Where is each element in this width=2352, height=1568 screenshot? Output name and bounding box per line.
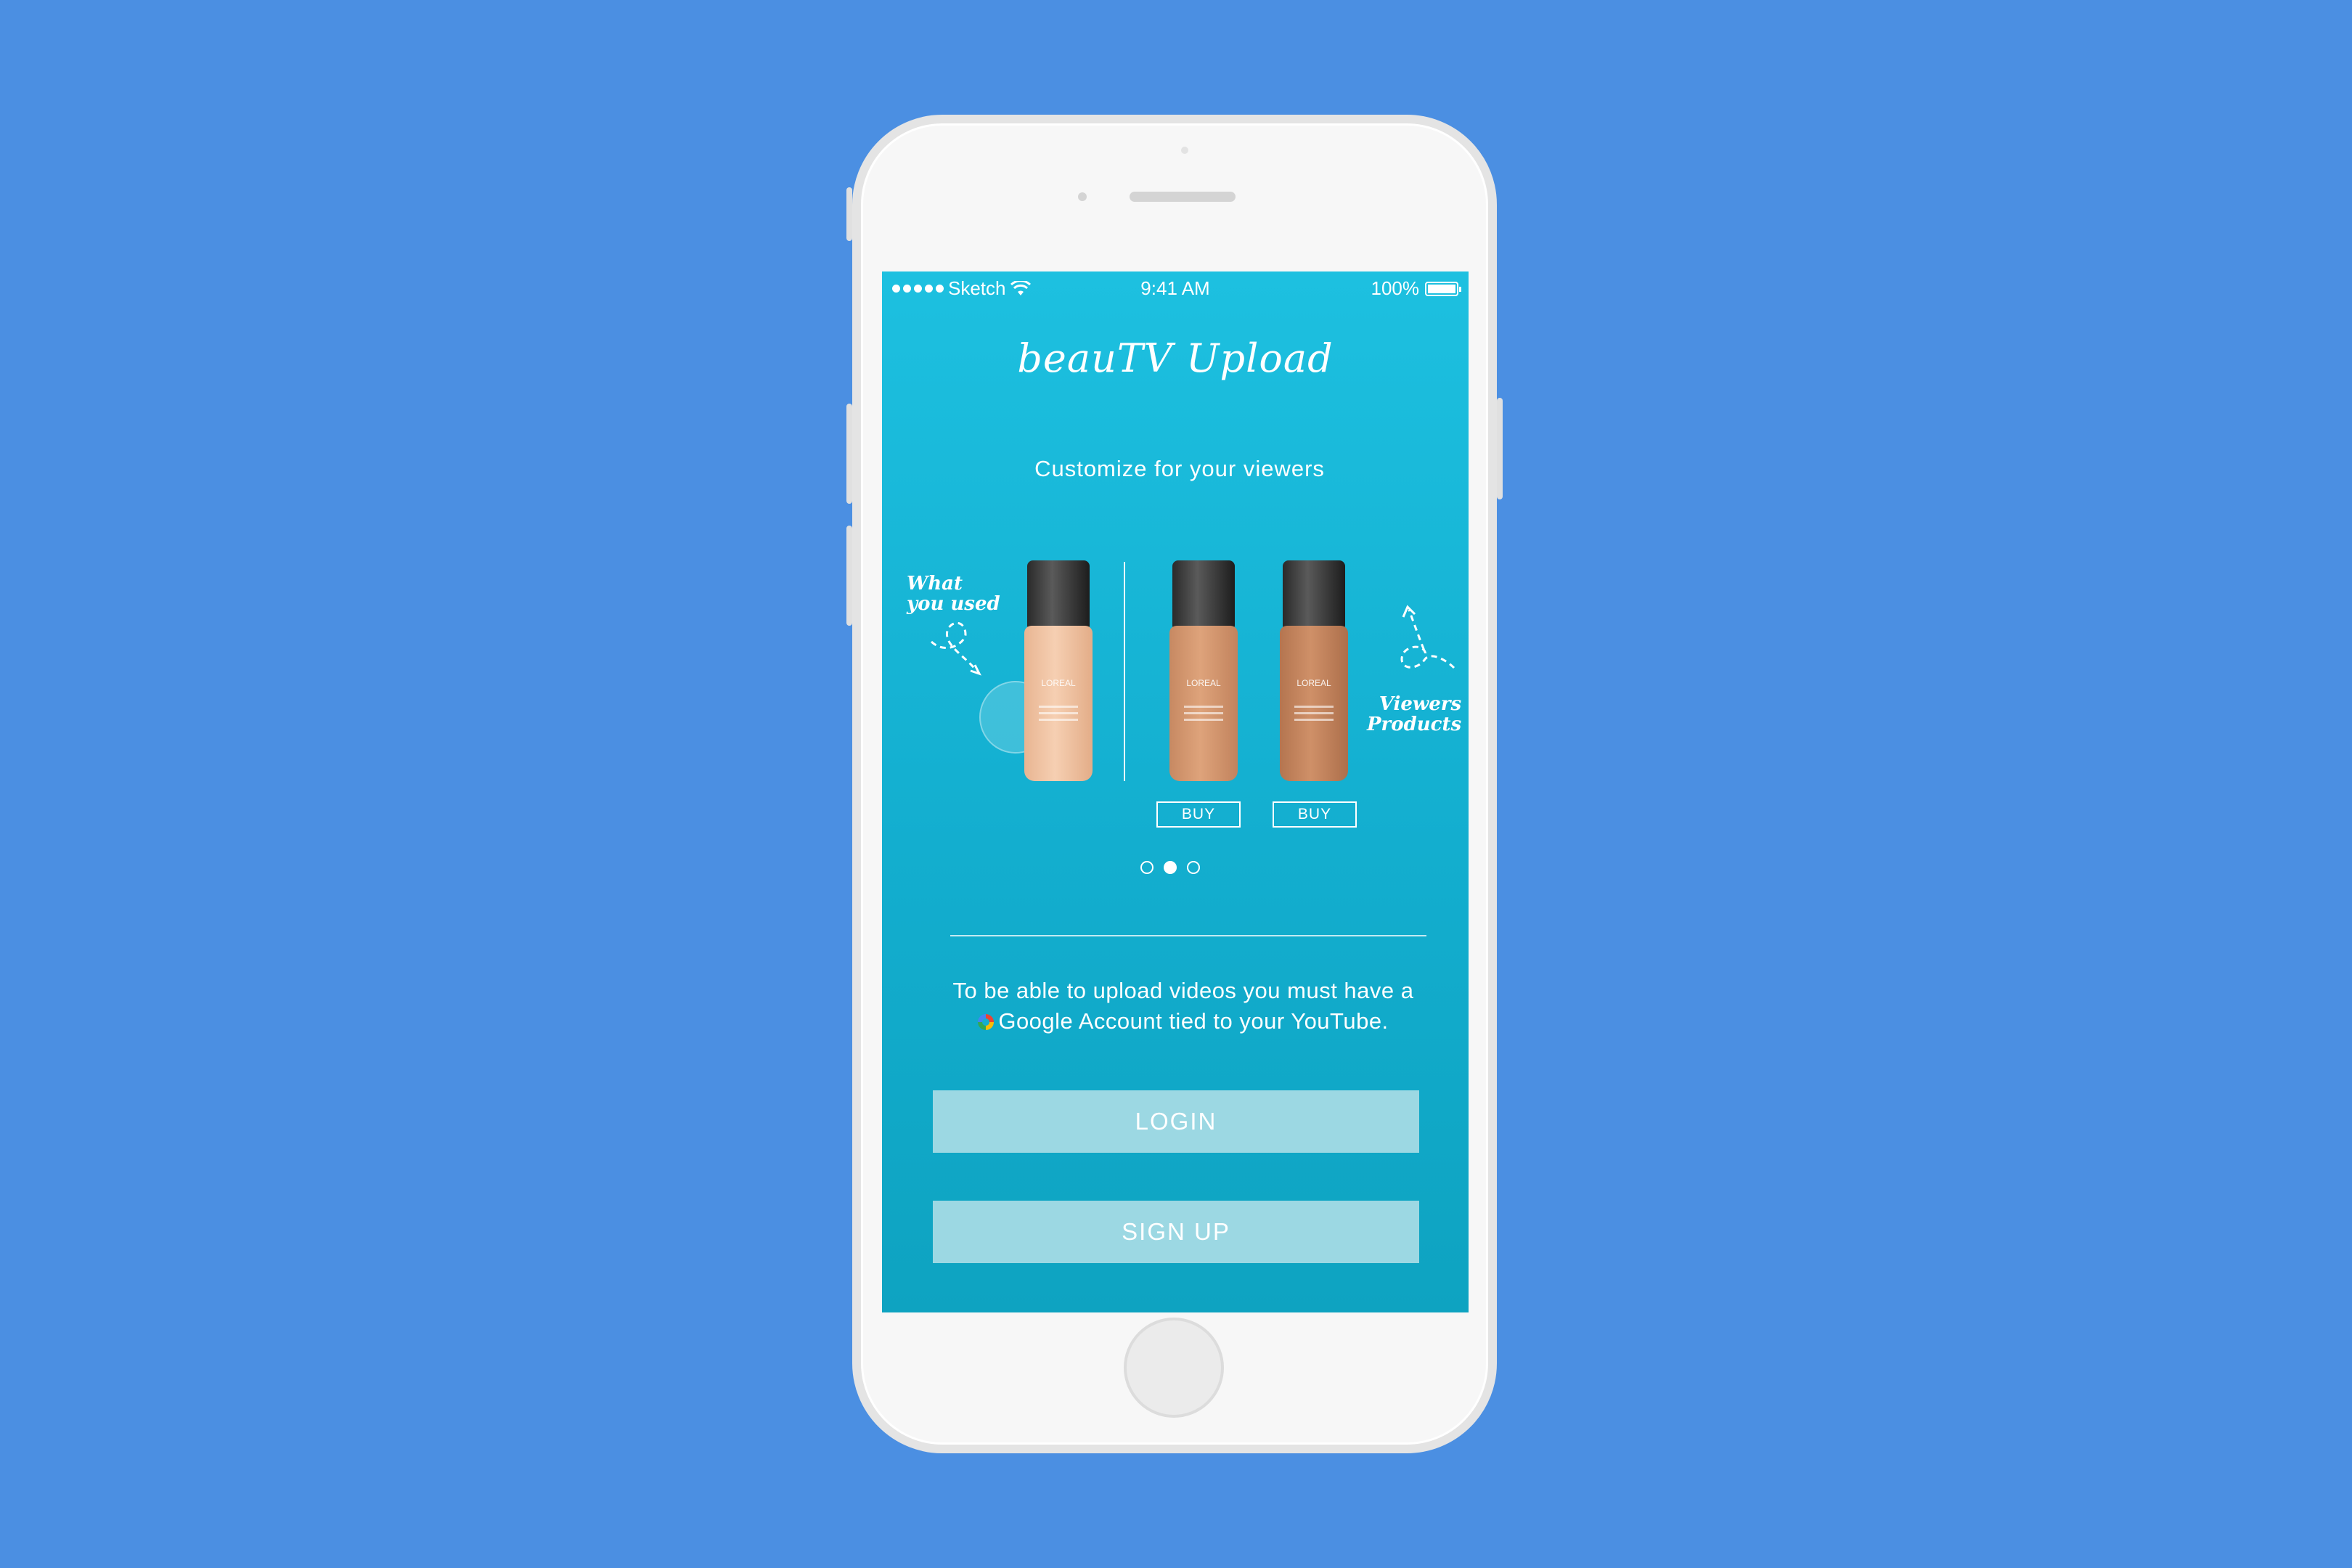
signup-button[interactable]: SIGN UP: [933, 1201, 1419, 1263]
page-dot-1[interactable]: [1140, 861, 1153, 874]
app-screen: Sketch 9:41 AM 100% beauTV Upload Custom…: [882, 271, 1469, 1312]
bottle-text-lines: [1184, 706, 1223, 725]
bottle-cap: [1172, 560, 1235, 629]
bottle-brand-label: LOREAL: [1297, 678, 1331, 688]
buy-button-1[interactable]: BUY: [1156, 801, 1241, 828]
bottle-body: LOREAL: [1169, 626, 1238, 781]
battery-percentage: 100%: [1371, 277, 1420, 299]
annotation-left-line2: you used: [907, 593, 1000, 615]
login-button[interactable]: LOGIN: [933, 1090, 1419, 1153]
bottle-text-lines: [1039, 706, 1078, 725]
status-bar: Sketch 9:41 AM 100%: [882, 271, 1469, 305]
annotation-viewers-products: Viewers Products: [1367, 694, 1461, 735]
annotation-left-line1: What: [907, 573, 963, 595]
battery-icon: [1425, 281, 1461, 296]
page-subtitle: Customize for your viewers: [1034, 456, 1325, 481]
bottle-cap: [1027, 560, 1090, 629]
power-button: [1497, 398, 1503, 499]
account-requirement-text: To be able to upload videos you must hav…: [897, 976, 1469, 1037]
info-line-2-wrap: Google Account tied to your YouTube.: [897, 1006, 1469, 1037]
annotation-right-line1: Viewers: [1379, 693, 1462, 715]
volume-down-button: [846, 526, 852, 626]
carousel-page-indicator[interactable]: [1140, 861, 1200, 874]
product-used-bottle[interactable]: LOREAL: [1024, 560, 1093, 781]
page-dot-2[interactable]: [1164, 861, 1177, 874]
bottle-brand-label: LOREAL: [1041, 678, 1076, 688]
carousel-divider: [1124, 562, 1125, 781]
front-camera: [1078, 192, 1087, 201]
mute-switch: [846, 187, 852, 241]
info-line-1: To be able to upload videos you must hav…: [952, 978, 1414, 1003]
page-dot-3[interactable]: [1187, 861, 1200, 874]
volume-up-button: [846, 404, 852, 504]
home-button[interactable]: [1124, 1318, 1224, 1418]
bottle-brand-label: LOREAL: [1186, 678, 1221, 688]
info-line-2: Google Account tied to your YouTube.: [998, 1008, 1389, 1034]
annotation-what-you-used: What you used: [907, 573, 1000, 614]
app-title: beauTV Upload: [1017, 335, 1334, 381]
dashed-arrow-left-icon: [930, 621, 981, 676]
dashed-arrow-right-icon: [1400, 605, 1455, 669]
proximity-sensor: [1181, 147, 1188, 154]
buy-button-2[interactable]: BUY: [1273, 801, 1357, 828]
viewer-product-bottle-1[interactable]: LOREAL: [1169, 560, 1238, 781]
bottle-text-lines: [1294, 706, 1334, 725]
viewer-product-bottle-2[interactable]: LOREAL: [1280, 560, 1348, 781]
section-divider: [950, 935, 1426, 936]
earpiece-speaker: [1130, 192, 1236, 202]
google-icon: [978, 1014, 995, 1030]
bottle-cap: [1283, 560, 1345, 629]
bottle-body: LOREAL: [1280, 626, 1348, 781]
bottle-body: LOREAL: [1024, 626, 1093, 781]
annotation-right-line2: Products: [1367, 714, 1462, 735]
